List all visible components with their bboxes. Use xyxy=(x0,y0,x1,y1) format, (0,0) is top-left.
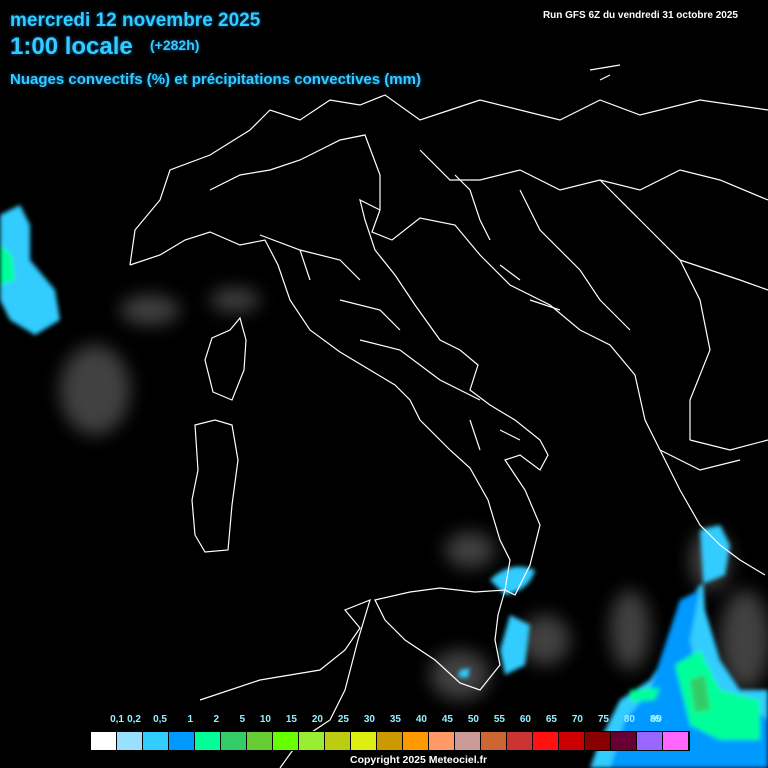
legend-swatch xyxy=(585,732,611,750)
legend-swatch xyxy=(91,732,117,750)
legend-label: 0,5 xyxy=(153,714,167,725)
legend-label: 80 xyxy=(623,714,635,725)
legend-label: 30 xyxy=(363,714,375,725)
forecast-map-view: mercredi 12 novembre 2025 1:00 locale (+… xyxy=(0,0,768,768)
cloud-cover-shading xyxy=(60,288,768,700)
legend-label: 35 xyxy=(389,714,401,725)
legend-swatch xyxy=(117,732,143,750)
legend-swatch xyxy=(221,732,247,750)
legend-label: 1 xyxy=(187,714,193,725)
map-canvas xyxy=(0,64,768,768)
legend-label: 90 xyxy=(650,714,662,725)
precipitation-areas xyxy=(0,205,768,768)
legend-label: 45 xyxy=(441,714,453,725)
alps-borders xyxy=(129,94,768,266)
forecast-date: mercredi 12 novembre 2025 xyxy=(10,10,261,31)
legend-label: 25 xyxy=(337,714,349,725)
forecast-time: 1:00 locale xyxy=(10,33,133,60)
legend-swatch xyxy=(403,732,429,750)
legend-swatch xyxy=(533,732,559,750)
legend-swatch xyxy=(247,732,273,750)
legend-label: 0,2 xyxy=(127,714,141,725)
legend-label: 0,1 xyxy=(110,714,124,725)
color-legend xyxy=(90,731,690,751)
sardinia-coastline xyxy=(191,419,239,553)
legend-swatch xyxy=(351,732,377,750)
legend-label: 65 xyxy=(545,714,557,725)
model-run-info: Run GFS 6Z du vendredi 31 octobre 2025 xyxy=(542,10,738,21)
legend-swatch xyxy=(455,732,481,750)
legend-swatch xyxy=(481,732,507,750)
legend-label: 75 xyxy=(597,714,609,725)
balkan-coastline xyxy=(371,209,766,576)
legend-swatch xyxy=(611,732,637,750)
italy-north-border xyxy=(209,134,381,210)
legend-swatch xyxy=(273,732,299,750)
legend-label: 55 xyxy=(493,714,505,725)
legend-label: 20 xyxy=(311,714,323,725)
parameter-title: Nuages convectifs (%) et précipitations … xyxy=(10,71,421,88)
legend-swatch xyxy=(195,732,221,750)
legend-swatch xyxy=(637,732,663,750)
legend-label: 40 xyxy=(415,714,427,725)
legend-swatch xyxy=(377,732,403,750)
legend-label: 50 xyxy=(467,714,479,725)
legend-swatch xyxy=(429,732,455,750)
legend-swatch xyxy=(143,732,169,750)
legend-label: 15 xyxy=(285,714,297,725)
legend-swatch xyxy=(299,732,325,750)
region-borders xyxy=(259,234,521,451)
legend-swatch xyxy=(663,732,689,750)
corsica-coastline xyxy=(204,316,247,401)
legend-swatch xyxy=(507,732,533,750)
lead-time: (+282h) xyxy=(150,37,200,53)
legend-swatch xyxy=(325,732,351,750)
legend-swatch xyxy=(559,732,585,750)
legend-label: 10 xyxy=(259,714,271,725)
legend-label: 60 xyxy=(519,714,531,725)
legend-swatch xyxy=(169,732,195,750)
copyright: Copyright 2025 Meteociel.fr xyxy=(350,754,488,766)
legend-label: 2 xyxy=(213,714,219,725)
legend-labels: 0,1 0,2 0,5 1 2 5 10 15 20 25 30 35 40 45 50 55 60 65 70 75… xyxy=(90,714,690,726)
legend-label: 5 xyxy=(239,714,245,725)
legend-label: 70 xyxy=(571,714,583,725)
